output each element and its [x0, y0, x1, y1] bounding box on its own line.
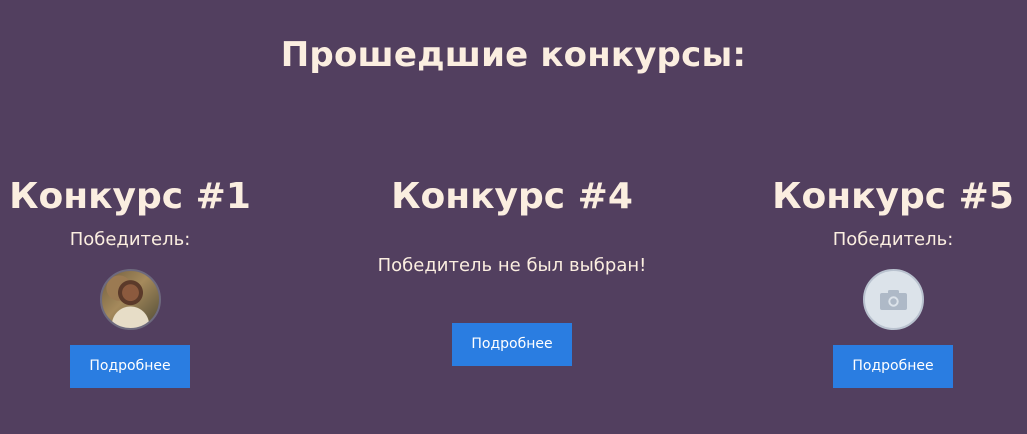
contest-card-4: Конкурс #4 Победитель не был выбран! Под…: [362, 174, 662, 366]
contest-card-1: Конкурс #1 Победитель: Подробнее: [0, 174, 280, 388]
placeholder-avatar: [862, 269, 924, 330]
details-button[interactable]: Подробнее: [452, 323, 572, 366]
details-button[interactable]: Подробнее: [833, 345, 953, 388]
winner-label: Победитель:: [832, 229, 954, 250]
no-winner-text: Победитель не был выбран!: [377, 255, 647, 276]
winner-label: Победитель:: [69, 229, 191, 250]
contest-title: Конкурс #1: [9, 176, 251, 217]
camera-icon: [879, 289, 907, 310]
winner-avatar: [99, 269, 161, 330]
page-title: Прошедшие конкурсы:: [280, 35, 747, 75]
contest-card-5: Конкурс #5 Победитель: Подробнее: [743, 174, 1027, 388]
contest-title: Конкурс #4: [391, 176, 633, 217]
details-button[interactable]: Подробнее: [70, 345, 190, 388]
contest-title: Конкурс #5: [772, 176, 1014, 217]
